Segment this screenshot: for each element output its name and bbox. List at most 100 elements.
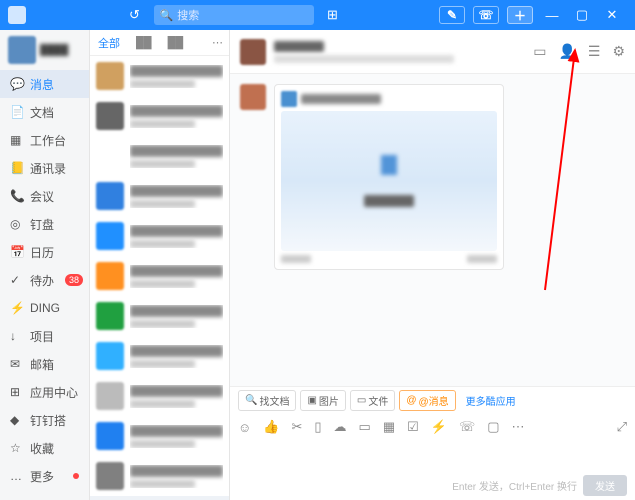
conv-preview — [130, 240, 195, 248]
task-icon[interactable]: ☑ — [407, 419, 419, 435]
sidebar-item-通讯录[interactable]: 📒通讯录 — [0, 154, 89, 182]
conv-preview — [130, 80, 195, 88]
image-icon: ▣ — [307, 395, 316, 406]
conversation-item[interactable] — [90, 216, 229, 256]
sidebar-item-会议[interactable]: 📞会议 — [0, 182, 89, 210]
file-icon: ▭ — [357, 395, 366, 406]
message-image[interactable] — [281, 111, 497, 251]
conv-preview — [130, 480, 195, 488]
sidebar-item-项目[interactable]: ↓项目 — [0, 322, 89, 350]
conv-tab[interactable]: ██ — [128, 37, 160, 49]
nav-icon: ◎ — [10, 217, 24, 231]
nav-icon: … — [10, 469, 24, 483]
attach-mention[interactable]: @@消息 — [399, 390, 455, 411]
close-icon[interactable]: ✕ — [601, 6, 623, 24]
sidebar-item-待办[interactable]: ✓待办38 — [0, 266, 89, 294]
like-icon[interactable]: 👍 — [263, 419, 279, 435]
conversation-item[interactable] — [90, 376, 229, 416]
attach-file[interactable]: ▭文件 — [350, 390, 395, 411]
conv-preview — [130, 200, 195, 208]
conversation-item[interactable] — [90, 296, 229, 336]
conv-tabs-more[interactable]: ⋯ — [206, 36, 229, 49]
conv-avatar — [96, 222, 124, 250]
nav-label: 文档 — [30, 104, 54, 121]
conversation-item[interactable] — [90, 176, 229, 216]
message-bubble[interactable] — [274, 84, 504, 270]
sidebar-item-应用中心[interactable]: ⊞应用中心 — [0, 378, 89, 406]
user-profile[interactable]: ████ — [0, 30, 89, 70]
conversation-item[interactable] — [90, 416, 229, 456]
search-input[interactable]: 🔍 搜索 — [154, 5, 314, 25]
conv-name — [130, 265, 223, 277]
sidebar-item-日历[interactable]: 📅日历 — [0, 238, 89, 266]
conversation-item[interactable] — [90, 496, 229, 500]
conv-preview — [130, 280, 195, 288]
conversation-tabs: 全部████⋯ — [90, 30, 229, 56]
ding-icon[interactable]: ⚡ — [431, 419, 447, 435]
conversation-item[interactable] — [90, 336, 229, 376]
conversation-item[interactable] — [90, 456, 229, 496]
conversation-item[interactable] — [90, 136, 229, 176]
nav-icon: 📅 — [10, 245, 24, 259]
search-icon: 🔍 — [160, 9, 174, 22]
folder2-icon[interactable]: ▭ — [359, 419, 371, 435]
sidebar-item-钉盘[interactable]: ◎ 钉盘 — [0, 210, 89, 238]
conv-avatar — [96, 382, 124, 410]
conv-name — [130, 305, 223, 317]
history-icon[interactable]: ↺ — [126, 6, 144, 24]
conv-tab[interactable]: ██ — [160, 37, 192, 49]
attach-doc[interactable]: 🔍找文档 — [238, 390, 296, 411]
conv-avatar — [96, 422, 124, 450]
conv-name — [130, 425, 223, 437]
nav-label: 钉盘 — [30, 216, 54, 233]
sidebar-item-文档[interactable]: 📄文档 — [0, 98, 89, 126]
conv-name — [130, 465, 223, 477]
sidebar-item-DING[interactable]: ⚡DING — [0, 294, 89, 322]
settings-icon[interactable]: ⚙ — [612, 43, 625, 60]
attach-image[interactable]: ▣图片 — [300, 390, 345, 411]
screenshot-icon[interactable]: ✂ — [291, 419, 302, 435]
sidebar-item-工作台[interactable]: ▦工作台 — [0, 126, 89, 154]
nav-label: 应用中心 — [30, 384, 78, 401]
nav-label: 待办 — [30, 272, 54, 289]
cloud-icon[interactable]: ☁ — [334, 419, 347, 435]
call-icon[interactable]: ☏ — [473, 6, 499, 24]
folder-icon[interactable]: ▭ — [533, 43, 546, 60]
sidebar-item-邮箱[interactable]: ✉邮箱 — [0, 350, 89, 378]
conversation-item[interactable] — [90, 56, 229, 96]
sidebar-item-钉钉搭[interactable]: ◆钉钉搭 — [0, 406, 89, 434]
chat-panel: ▭ 👤 ☰ ⚙ 🔍找文档 ▣图片 ▭文件 @@ — [230, 30, 635, 500]
minimize-icon[interactable]: — — [541, 6, 563, 24]
calendar-icon[interactable]: ▦ — [383, 419, 395, 435]
sidebar-item-收藏[interactable]: ☆收藏 — [0, 434, 89, 462]
message — [240, 84, 625, 270]
doc-icon: 🔍 — [245, 395, 257, 406]
conv-name — [130, 185, 223, 197]
more-tools-icon[interactable]: ⋯ — [512, 419, 525, 435]
conv-tab[interactable]: 全部 — [90, 35, 128, 51]
sidebar-item-消息[interactable]: 💬消息 — [0, 70, 89, 98]
card-icon[interactable]: ▯ — [314, 419, 321, 435]
edit-icon[interactable]: ✎ — [439, 6, 465, 24]
nav-label: 收藏 — [30, 440, 54, 457]
sidebar-item-更多[interactable]: …更多 — [0, 462, 89, 490]
phone-icon[interactable]: ☏ — [459, 419, 475, 435]
search-chat-icon[interactable]: ☰ — [588, 43, 601, 60]
conversation-item[interactable] — [90, 256, 229, 296]
video-icon[interactable]: ▢ — [487, 419, 499, 435]
conv-preview — [130, 400, 195, 408]
chat-body — [230, 74, 635, 386]
conv-avatar — [96, 182, 124, 210]
emoji-icon[interactable]: ☺ — [238, 420, 251, 435]
conv-avatar — [96, 262, 124, 290]
nav-label: 项目 — [30, 328, 54, 345]
apps-icon[interactable]: ⊞ — [324, 6, 342, 24]
conversation-item[interactable] — [90, 96, 229, 136]
nav-label: 邮箱 — [30, 356, 54, 373]
add-icon[interactable]: ＋ — [507, 6, 533, 24]
expand-icon[interactable]: ⤢ — [617, 419, 627, 435]
send-button[interactable]: 发送 — [583, 475, 627, 496]
member-icon[interactable]: 👤 — [558, 43, 575, 60]
attach-more[interactable]: 更多酷应用 — [460, 391, 522, 410]
maximize-icon[interactable]: ▢ — [571, 6, 593, 24]
